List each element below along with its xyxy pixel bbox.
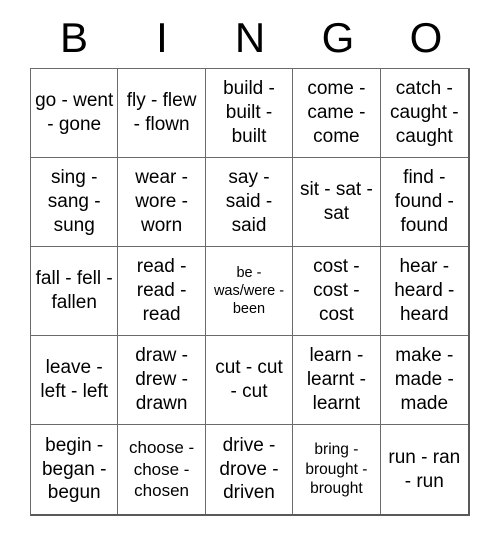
bingo-cell-text: run - ran - run bbox=[388, 446, 461, 492]
bingo-cell[interactable]: run - ran - run bbox=[380, 425, 468, 514]
bingo-cell-text: read - read - read bbox=[136, 256, 187, 325]
bingo-cell-text: find - found - found bbox=[394, 167, 454, 236]
bingo-cell[interactable]: catch - caught - caught bbox=[380, 69, 468, 158]
bingo-cell-text: choose - chose - chosen bbox=[128, 438, 195, 501]
bingo-cell-text: learn - learnt - learnt bbox=[306, 345, 366, 414]
bingo-cell[interactable]: make - made - made bbox=[380, 336, 468, 425]
bingo-cell-text: catch - caught - caught bbox=[389, 78, 459, 147]
bingo-cell-text: say - said - said bbox=[225, 167, 273, 236]
bingo-cell-text: sing - sang - sung bbox=[47, 167, 101, 236]
bingo-cell[interactable]: sing - sang - sung bbox=[31, 158, 119, 247]
bingo-cell-text: begin - began - begun bbox=[41, 434, 107, 504]
bingo-cell[interactable]: fly - flew - flown bbox=[118, 69, 206, 158]
bingo-cell-text: leave - left - left bbox=[40, 357, 108, 402]
bingo-cell-text: drive - drove - driven bbox=[219, 434, 279, 504]
bingo-cell-text: wear - wore - worn bbox=[135, 167, 188, 236]
bingo-header-letter-o: O bbox=[409, 14, 443, 61]
bingo-cell-text: draw - drew - drawn bbox=[135, 345, 188, 414]
bingo-cell[interactable]: learn - learnt - learnt bbox=[293, 336, 381, 425]
bingo-cell-text: bring - brought - brought bbox=[305, 441, 368, 498]
bingo-cell[interactable]: find - found - found bbox=[380, 158, 468, 247]
bingo-cell-text: cost - cost - cost bbox=[313, 256, 360, 325]
bingo-header-row: B I N G O bbox=[30, 8, 470, 68]
bingo-cell-text: make - made - made bbox=[394, 345, 454, 414]
bingo-cell-text: fly - flew - flown bbox=[126, 90, 197, 135]
bingo-cell[interactable]: cost - cost - cost bbox=[293, 247, 381, 336]
bingo-cell[interactable]: sit - sat - sat bbox=[293, 158, 381, 247]
bingo-cell[interactable]: drive - drove - driven bbox=[205, 425, 294, 514]
bingo-card: B I N G O go - went - gone fly - flew - f… bbox=[0, 0, 500, 544]
bingo-cell-text: hear - heard - heard bbox=[394, 256, 455, 325]
bingo-cell[interactable]: cut - cut - cut bbox=[205, 336, 294, 425]
bingo-cell[interactable]: wear - wore - worn bbox=[118, 158, 206, 247]
bingo-cell[interactable]: build - built - built bbox=[205, 69, 294, 158]
bingo-cell[interactable]: bring - brought - brought bbox=[293, 425, 381, 514]
bingo-header-letter-g: G bbox=[321, 14, 355, 61]
bingo-cell[interactable]: say - said - said bbox=[205, 158, 294, 247]
bingo-cell-text: come - came - come bbox=[307, 78, 366, 147]
bingo-cell[interactable]: begin - began - begun bbox=[31, 425, 119, 514]
bingo-cell-text: cut - cut - cut bbox=[215, 357, 283, 402]
bingo-header-letter-b: B bbox=[59, 14, 88, 61]
bingo-cell-text: be - was/were - been bbox=[213, 264, 285, 318]
bingo-cell-text: build - built - built bbox=[223, 78, 275, 147]
bingo-cell-text: sit - sat - sat bbox=[299, 179, 373, 224]
bingo-cell[interactable]: choose - chose - chosen bbox=[118, 425, 206, 514]
bingo-cell[interactable]: draw - drew - drawn bbox=[118, 336, 206, 425]
bingo-cell[interactable]: leave - left - left bbox=[31, 336, 119, 425]
bingo-cell[interactable]: go - went - gone bbox=[31, 69, 119, 158]
bingo-cell[interactable]: fall - fell - fallen bbox=[31, 247, 119, 336]
bingo-cell[interactable]: hear - heard - heard bbox=[380, 247, 468, 336]
bingo-cell-text: go - went - gone bbox=[35, 90, 114, 135]
bingo-cell[interactable]: come - came - come bbox=[293, 69, 381, 158]
bingo-header-letter-i: I bbox=[156, 14, 168, 61]
bingo-cell-text: fall - fell - fallen bbox=[35, 268, 113, 313]
bingo-cell[interactable]: be - was/were - been bbox=[205, 247, 294, 336]
bingo-header-letter-n: N bbox=[234, 14, 266, 61]
bingo-grid: go - went - gone fly - flew - flown build … bbox=[30, 68, 470, 516]
bingo-cell[interactable]: read - read - read bbox=[118, 247, 206, 336]
